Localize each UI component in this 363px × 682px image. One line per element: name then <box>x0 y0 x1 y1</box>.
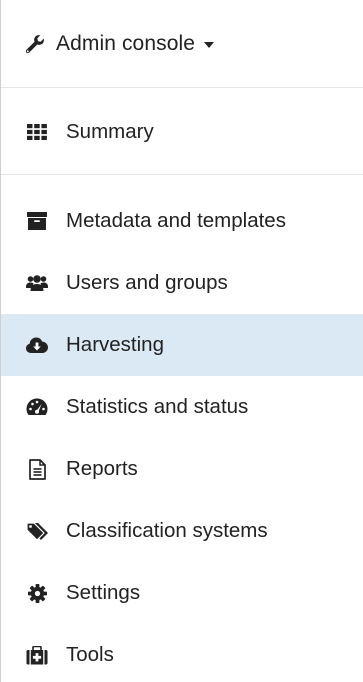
sidebar-item-users-and-groups[interactable]: Users and groups <box>1 252 363 314</box>
sidebar-item-settings[interactable]: Settings <box>1 562 363 624</box>
sidebar-item-tools[interactable]: Tools <box>1 624 363 682</box>
sidebar-item-classification-systems[interactable]: Classification systems <box>1 500 363 562</box>
medkit-icon <box>25 643 49 667</box>
caret-down-icon <box>204 42 215 48</box>
sidebar-item-label: Statistics and status <box>66 395 249 418</box>
sidebar-item-summary[interactable]: Summary <box>1 89 363 175</box>
sidebar-item-metadata-and-templates[interactable]: Metadata and templates <box>1 190 363 252</box>
sidebar-item-label: Tools <box>66 643 114 666</box>
sidebar-item-label: Summary <box>66 119 154 143</box>
admin-console-dropdown[interactable]: Admin console <box>1 0 363 88</box>
sidebar-item-reports[interactable]: Reports <box>1 438 363 500</box>
sidebar-item-label: Reports <box>66 457 138 480</box>
sidebar-item-label: Settings <box>66 581 141 604</box>
sidebar-item-harvesting[interactable]: Harvesting <box>1 314 363 376</box>
cog-icon <box>25 581 49 605</box>
archive-icon <box>25 209 49 233</box>
sidebar-item-statistics-and-status[interactable]: Statistics and status <box>1 376 363 438</box>
dashboard-icon <box>25 395 49 419</box>
admin-console-label: Admin console <box>56 31 196 55</box>
file-text-icon <box>25 457 49 481</box>
wrench-icon <box>23 32 47 56</box>
cloud-download-icon <box>25 333 49 357</box>
sidebar-item-label: Metadata and templates <box>66 209 286 232</box>
users-icon <box>25 271 49 295</box>
sidebar-item-label: Harvesting <box>66 333 164 356</box>
tags-icon <box>25 519 49 543</box>
sidebar-item-label: Classification systems <box>66 519 268 542</box>
grid-icon <box>25 120 49 144</box>
admin-sidebar: Admin console Summary Metadata and templ… <box>0 0 363 682</box>
sidebar-item-label: Users and groups <box>66 271 228 294</box>
